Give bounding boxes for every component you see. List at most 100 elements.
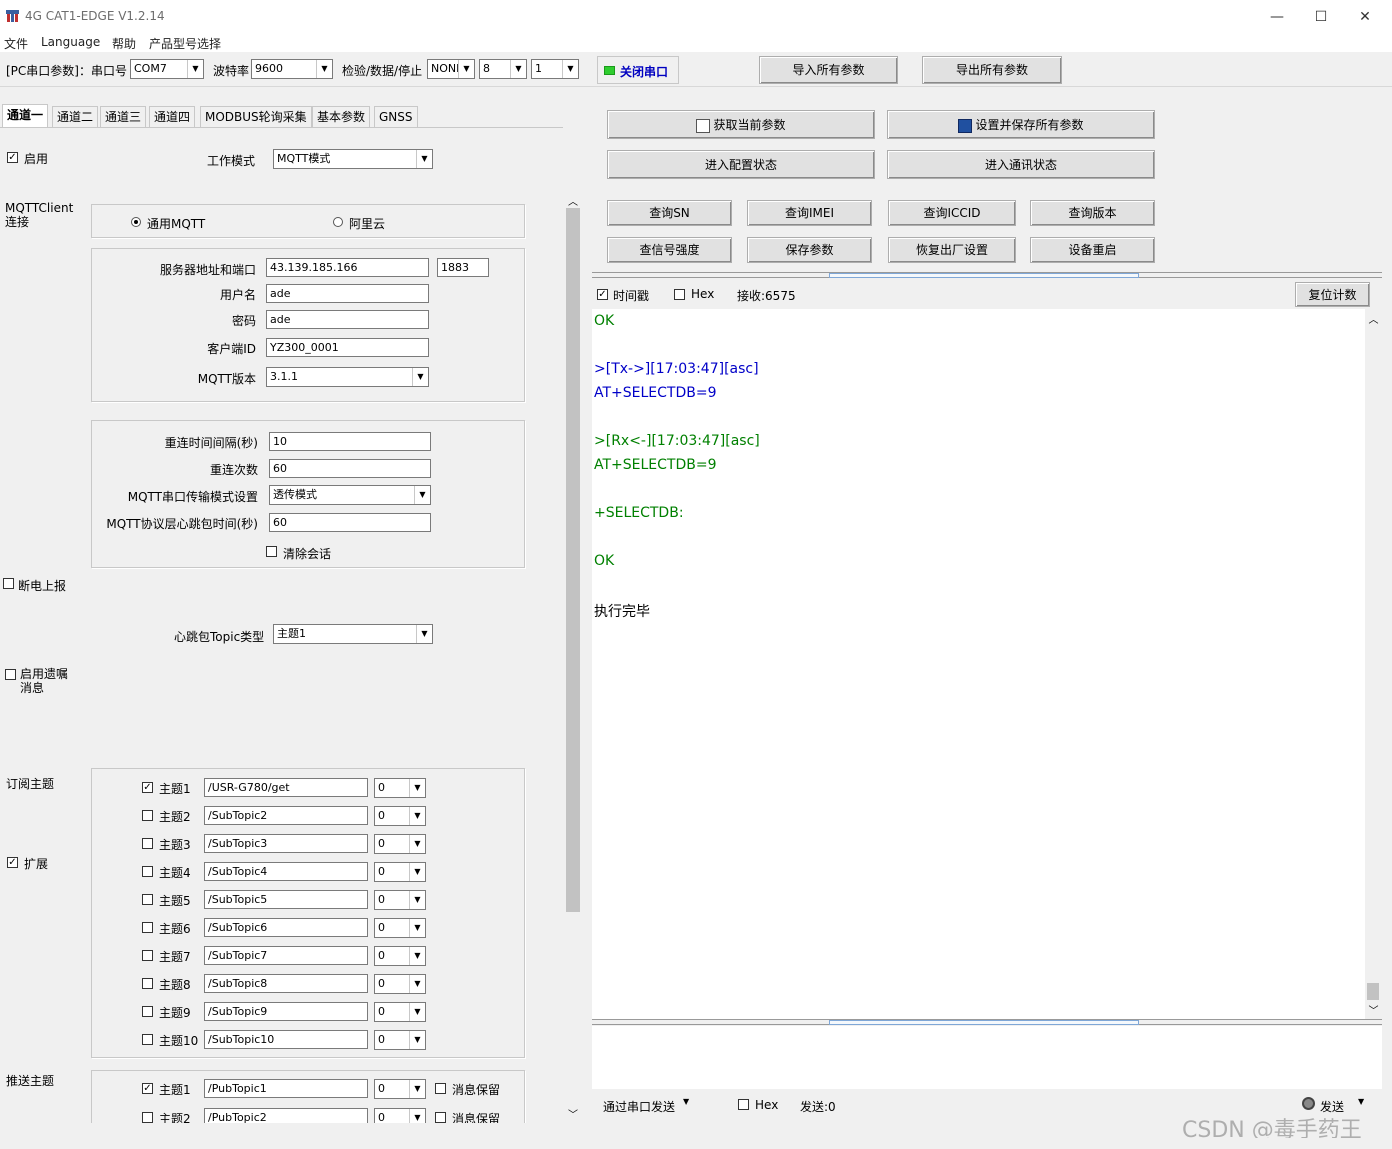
qos-select[interactable]: 0 ▼ [374, 834, 426, 854]
qos-select[interactable]: 0 ▼ [374, 1079, 426, 1099]
log-scrollbar[interactable]: ︿ ﹀ [1365, 309, 1382, 1019]
topic-input[interactable]: /SubTopic2 [204, 806, 368, 825]
topic-input[interactable]: /SubTopic6 [204, 918, 368, 937]
tab-channel-2[interactable]: 通道二 [52, 106, 99, 128]
tab-channel-3[interactable]: 通道三 [100, 106, 147, 128]
query-signal-button[interactable]: 查信号强度 [607, 237, 732, 263]
qos-select[interactable]: 0 ▼ [374, 1002, 426, 1022]
menu-file[interactable]: 文件 [4, 35, 28, 52]
password-input[interactable]: ade [266, 310, 429, 329]
clientid-input[interactable]: YZ300_0001 [266, 338, 429, 357]
export-all-button[interactable]: 导出所有参数 [922, 56, 1062, 84]
query-iccid-button[interactable]: 查询ICCID [888, 200, 1016, 226]
reset-count-button[interactable]: 复位计数 [1295, 282, 1370, 307]
tab-channel-4[interactable]: 通道四 [149, 106, 196, 128]
qos-select[interactable]: 0 ▼ [374, 890, 426, 910]
menu-language[interactable]: Language [41, 35, 100, 49]
extend-checkbox[interactable]: ✓ [7, 857, 18, 868]
radio-aliyun[interactable] [333, 217, 343, 227]
send-input[interactable] [592, 1026, 1382, 1089]
close-port-button[interactable]: 关闭串口 [597, 56, 679, 84]
topic-input[interactable]: /PubTopic2 [204, 1108, 368, 1123]
tab-gnss[interactable]: GNSS [374, 106, 418, 128]
topic-input[interactable]: /SubTopic9 [204, 1002, 368, 1021]
send-via-dropdown[interactable]: 通过串口发送 [603, 1098, 675, 1115]
tab-basic-params[interactable]: 基本参数 [312, 106, 371, 128]
receive-log[interactable]: OK >[Tx->][17:03:47][asc] AT+SELECTDB=9 … [592, 309, 1365, 1019]
top-splitter[interactable] [592, 272, 1382, 278]
topic-checkbox[interactable] [142, 1112, 153, 1123]
hex-receive-checkbox[interactable] [674, 289, 685, 300]
topic-input[interactable]: /PubTopic1 [204, 1079, 368, 1098]
scroll-down-icon[interactable]: ﹀ [1365, 1002, 1382, 1017]
topic-input[interactable]: /SubTopic10 [204, 1030, 368, 1049]
close-button[interactable]: ✕ [1342, 4, 1388, 30]
enter-config-button[interactable]: 进入配置状态 [607, 150, 875, 179]
topic-input[interactable]: /USR-G780/get [204, 778, 368, 797]
radio-generic-mqtt[interactable] [131, 217, 141, 227]
query-imei-button[interactable]: 查询IMEI [747, 200, 872, 226]
server-address-input[interactable]: 43.139.185.166 [266, 258, 429, 277]
clean-session-checkbox[interactable] [266, 546, 277, 557]
topic-checkbox[interactable] [142, 922, 153, 933]
server-port-input[interactable]: 1883 [437, 258, 489, 277]
enter-comm-button[interactable]: 进入通讯状态 [887, 150, 1155, 179]
set-save-params-button[interactable]: 设置并保存所有参数 [887, 110, 1155, 139]
topic-checkbox[interactable] [142, 866, 153, 877]
work-mode-select[interactable]: MQTT模式 ▼ [273, 149, 433, 169]
maximize-button[interactable]: ☐ [1298, 4, 1344, 30]
scroll-down-icon[interactable]: ﹀ [565, 1106, 581, 1121]
scroll-up-icon[interactable]: ︿ [1365, 311, 1382, 326]
heartbeat-topic-select[interactable]: 主题1 ▼ [273, 624, 433, 644]
topic-checkbox[interactable] [142, 978, 153, 989]
topic-checkbox[interactable]: ✓ [142, 782, 153, 793]
qos-select[interactable]: 0 ▼ [374, 806, 426, 826]
query-version-button[interactable]: 查询版本 [1030, 200, 1155, 226]
topic-checkbox[interactable] [142, 1006, 153, 1017]
topic-checkbox[interactable] [142, 950, 153, 961]
save-params-button[interactable]: 保存参数 [747, 237, 872, 263]
device-restart-button[interactable]: 设备重启 [1030, 237, 1155, 263]
tab-channel-1[interactable]: 通道一 [2, 104, 49, 128]
minimize-button[interactable]: — [1254, 4, 1300, 30]
username-input[interactable]: ade [266, 284, 429, 303]
qos-select[interactable]: 0 ▼ [374, 918, 426, 938]
parity-select[interactable]: NONI ▼ [427, 59, 475, 79]
qos-select[interactable]: 0 ▼ [374, 862, 426, 882]
menu-product-model[interactable]: 产品型号选择 [149, 35, 221, 52]
topic-input[interactable]: /SubTopic7 [204, 946, 368, 965]
qos-select[interactable]: 0 ▼ [374, 1030, 426, 1050]
qos-select[interactable]: 0 ▼ [374, 1108, 426, 1123]
enable-checkbox[interactable]: ✓ [7, 152, 18, 163]
query-sn-button[interactable]: 查询SN [607, 200, 732, 226]
topic-checkbox[interactable] [142, 838, 153, 849]
scroll-up-icon[interactable]: ︿ [565, 193, 581, 208]
mqtt-version-select[interactable]: 3.1.1 ▼ [266, 367, 429, 387]
left-scrollbar-thumb[interactable] [566, 208, 580, 912]
get-params-button[interactable]: 获取当前参数 [607, 110, 875, 139]
import-all-button[interactable]: 导入所有参数 [759, 56, 898, 84]
topic-input[interactable]: /SubTopic4 [204, 862, 368, 881]
keepalive-input[interactable]: 60 [269, 513, 431, 532]
reconnect-interval-input[interactable]: 10 [269, 432, 431, 451]
power-report-checkbox[interactable] [3, 578, 14, 589]
retain-checkbox[interactable] [435, 1112, 446, 1123]
qos-select[interactable]: 0 ▼ [374, 974, 426, 994]
topic-checkbox[interactable] [142, 894, 153, 905]
factory-reset-button[interactable]: 恢复出厂设置 [888, 237, 1016, 263]
will-checkbox[interactable] [5, 669, 16, 680]
bottom-splitter[interactable] [592, 1019, 1382, 1025]
reconnect-count-input[interactable]: 60 [269, 459, 431, 478]
topic-input[interactable]: /SubTopic8 [204, 974, 368, 993]
topic-checkbox[interactable] [142, 810, 153, 821]
timestamp-checkbox[interactable]: ✓ [597, 289, 608, 300]
topic-input[interactable]: /SubTopic3 [204, 834, 368, 853]
qos-select[interactable]: 0 ▼ [374, 778, 426, 798]
log-scrollbar-thumb[interactable] [1367, 983, 1379, 1000]
topic-checkbox[interactable] [142, 1034, 153, 1045]
port-select[interactable]: COM7 ▼ [130, 59, 204, 79]
retain-checkbox[interactable] [435, 1083, 446, 1094]
baud-select[interactable]: 9600 ▼ [251, 59, 333, 79]
tab-modbus[interactable]: MODBUS轮询采集 [200, 106, 312, 128]
menu-help[interactable]: 帮助 [112, 35, 136, 52]
